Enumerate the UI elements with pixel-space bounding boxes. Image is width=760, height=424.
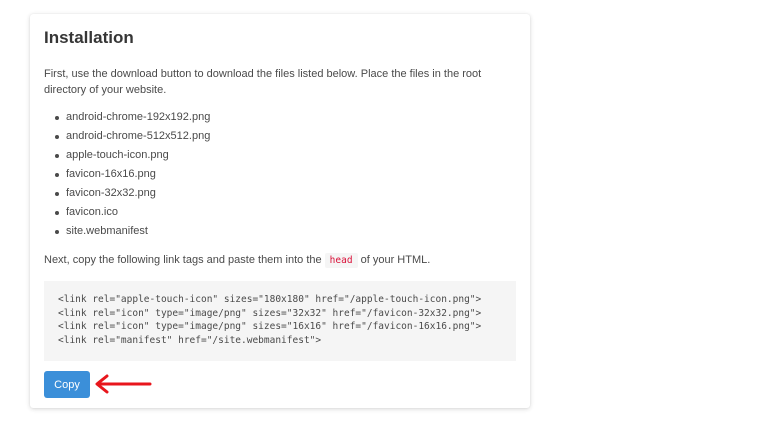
red-arrow-left-icon	[95, 374, 152, 394]
list-item: favicon.ico	[55, 203, 516, 222]
list-item: favicon-16x16.png	[55, 165, 516, 184]
list-item: site.webmanifest	[55, 222, 516, 241]
copy-button[interactable]: Copy	[44, 371, 90, 398]
next-instruction: Next, copy the following link tags and p…	[44, 250, 516, 271]
installation-card: Installation First, use the download but…	[30, 14, 530, 408]
next-text-before: Next, copy the following link tags and p…	[44, 254, 325, 266]
list-item: android-chrome-512x512.png	[55, 127, 516, 146]
list-item: apple-touch-icon.png	[55, 146, 516, 165]
code-line: <link rel="apple-touch-icon" sizes="180x…	[58, 294, 482, 305]
intro-text: First, use the download button to downlo…	[44, 68, 482, 96]
code-line: <link rel="icon" type="image/png" sizes=…	[58, 321, 482, 333]
code-line: <link rel="icon" type="image/png" sizes=…	[58, 307, 482, 319]
code-line: <link rel="manifest" href="/site.webmani…	[58, 334, 322, 346]
next-text-after: of your HTML.	[357, 254, 431, 266]
head-inline-code: head	[324, 253, 358, 268]
list-item: android-chrome-192x192.png	[55, 108, 516, 127]
copy-button-row: Copy	[44, 371, 516, 398]
section-title: Installation	[44, 28, 134, 47]
list-item: favicon-32x32.png	[55, 184, 516, 203]
link-tags-code-block[interactable]: <link rel="apple-touch-icon" sizes="180x…	[44, 281, 516, 361]
file-list: android-chrome-192x192.png android-chrom…	[44, 108, 516, 241]
